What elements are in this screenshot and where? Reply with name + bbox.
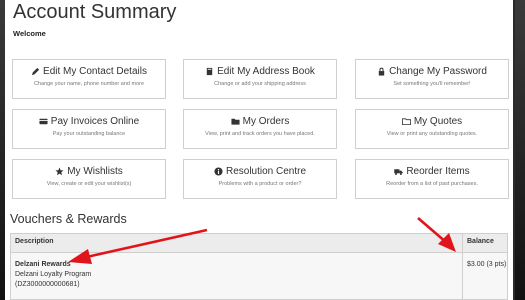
tile-my-quotes[interactable]: My Quotes View or print any outstanding … xyxy=(355,109,509,149)
tile-desc: View, create or edit your wishlist(s) xyxy=(46,181,132,187)
tile-title: Resolution Centre xyxy=(225,166,307,177)
info-icon xyxy=(214,167,223,176)
tile-my-orders[interactable]: My Orders View, print and track orders y… xyxy=(183,109,337,149)
tile-edit-contact-details[interactable]: Edit My Contact Details Change your name… xyxy=(12,59,166,99)
lock-icon xyxy=(378,67,385,76)
truck-icon xyxy=(394,169,404,176)
tile-title: Edit My Contact Details xyxy=(43,66,147,77)
tile-desc: Change or add your shipping address xyxy=(214,81,306,87)
tile-title: My Wishlists xyxy=(67,166,123,177)
star-icon xyxy=(55,167,64,176)
tile-my-wishlists[interactable]: My Wishlists View, create or edit your w… xyxy=(12,159,166,199)
tile-desc: View or print any outstanding quotes. xyxy=(386,131,478,137)
folder-open-icon xyxy=(401,118,411,126)
reward-balance: $3.00 (3 pts) xyxy=(467,261,507,268)
tile-title: My Quotes xyxy=(413,116,463,127)
column-divider xyxy=(462,234,463,299)
table-row: Delzani Rewards Delzani Loyalty Program … xyxy=(11,253,507,299)
folder-icon xyxy=(231,118,240,125)
account-panel: Account Summary Welcome Edit My Contact … xyxy=(5,0,513,300)
tile-reorder-items[interactable]: Reorder Items Reorder from a list of pas… xyxy=(355,159,509,199)
header-description: Description xyxy=(15,238,54,245)
background-right xyxy=(515,0,525,300)
tile-desc: Reorder from a list of past purchases. xyxy=(386,181,478,187)
vouchers-table: Description Balance Delzani Rewards Delz… xyxy=(10,233,508,300)
tile-change-password[interactable]: Change My Password Set something you'll … xyxy=(355,59,509,99)
tile-desc: Set something you'll remember! xyxy=(393,81,471,87)
page-title: Account Summary xyxy=(13,1,177,23)
tile-desc: Pay your outstanding balance xyxy=(52,131,126,137)
tile-title: Reorder Items xyxy=(406,166,470,177)
tile-pay-invoices[interactable]: Pay Invoices Online Pay your outstanding… xyxy=(12,109,166,149)
reward-name: Delzani Rewards xyxy=(15,261,71,268)
tile-desc: View, print and track orders you have pl… xyxy=(205,131,315,137)
tile-desc: Change your name, phone number and more xyxy=(33,81,145,87)
reward-code: (DZ3000000000681) xyxy=(15,281,80,288)
tile-title: Pay Invoices Online xyxy=(50,116,140,127)
table-header: Description Balance xyxy=(11,234,507,253)
credit-card-icon xyxy=(39,118,48,125)
tile-title: My Orders xyxy=(242,116,290,127)
reward-program: Delzani Loyalty Program xyxy=(15,271,92,278)
tile-title: Change My Password xyxy=(389,66,487,77)
header-balance: Balance xyxy=(467,238,494,245)
tile-title: Edit My Address Book xyxy=(217,66,315,77)
tile-resolution-centre[interactable]: Resolution Centre Problems with a produc… xyxy=(183,159,337,199)
tile-edit-address-book[interactable]: Edit My Address Book Change or add your … xyxy=(183,59,337,99)
book-icon xyxy=(206,67,213,76)
welcome-text: Welcome xyxy=(13,29,46,38)
vouchers-section-title: Vouchers & Rewards xyxy=(10,212,127,226)
tile-desc: Problems with a product or order? xyxy=(218,181,302,187)
pencil-icon xyxy=(31,67,40,76)
